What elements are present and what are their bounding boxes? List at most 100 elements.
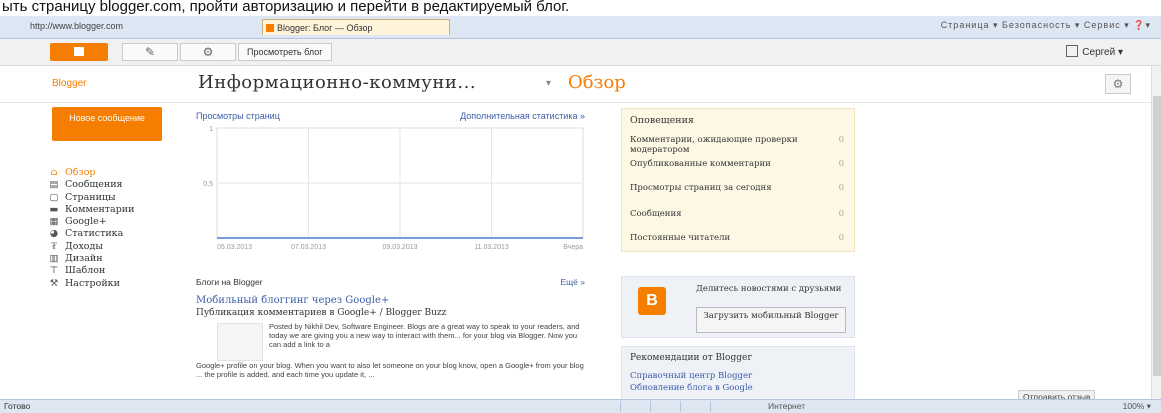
- alert-label: Постоянные читатели: [630, 233, 731, 243]
- sidebar-item-pages[interactable]: ▢ Страницы: [48, 192, 134, 204]
- status-text: Готово: [4, 401, 31, 411]
- settings-button[interactable]: ⚙: [1105, 74, 1131, 94]
- google-plus-icon: ▦: [49, 216, 59, 228]
- alert-label: Сообщения: [630, 209, 682, 219]
- home-button[interactable]: [50, 43, 108, 61]
- feed-title: Блоги на Blogger: [196, 277, 263, 287]
- address-bar[interactable]: http://www.blogger.com: [30, 19, 123, 34]
- sidebar-item-template[interactable]: ⊤ Шаблон: [48, 265, 134, 277]
- browser-statusbar: Готово Интернет 100% ▾: [0, 399, 1161, 413]
- alert-label: Просмотры страниц за сегодня: [630, 183, 772, 193]
- new-post-button[interactable]: Новое сообщение: [52, 107, 162, 141]
- pageviews-chart: 1 0,5 05.03.2013 07.03.2013 09.03.2013 11.03.…: [203, 126, 584, 251]
- layout-icon: ▥: [49, 253, 59, 265]
- sidebar-item-label: Обзор: [65, 167, 96, 178]
- security-zone: Интернет: [768, 401, 806, 411]
- statusbar-divider: [710, 401, 711, 412]
- download-mobile-button[interactable]: Загрузить мобильный Blogger: [696, 307, 846, 333]
- sidebar-item-label: Комментарии: [65, 203, 135, 215]
- avatar-icon: [1066, 45, 1079, 57]
- x-tick-label: 05.03.2013: [217, 244, 252, 251]
- template-icon: ⊤: [49, 265, 59, 277]
- document-caption: ыть страницу blogger.com, пройти авториз…: [0, 0, 1161, 14]
- blogger-logo-icon: B: [638, 287, 666, 315]
- alert-count: 0: [838, 209, 844, 219]
- sidebar-item-label: Статистика: [65, 228, 124, 240]
- more-stats-link[interactable]: Дополнительная статистика »: [460, 111, 585, 121]
- page-title: Обзор: [568, 72, 626, 93]
- recommendation-link[interactable]: Обновление блога в Google: [630, 383, 753, 393]
- sidebar-item-comments[interactable]: ▬ Комментарии: [48, 203, 135, 216]
- y-tick-label: 1: [209, 126, 213, 133]
- pages-icon: ▢: [49, 191, 59, 203]
- chevron-down-icon[interactable]: ▾: [546, 78, 551, 89]
- browser-toolbar: http://www.blogger.com Blogger: Блог — О…: [0, 16, 1161, 39]
- pageviews-panel: 1 0,5 05.03.2013 07.03.2013 09.03.2013 11.03.…: [193, 108, 591, 254]
- gear-icon: ⚙: [1112, 77, 1124, 91]
- x-tick-label: Вчера: [563, 244, 583, 251]
- alerts-panel: Оповещения Комментарии, ожидающие провер…: [621, 108, 855, 252]
- sidebar-item-google-plus[interactable]: ▦ Google+: [48, 216, 134, 228]
- alert-row-followers[interactable]: Постоянные читатели 0: [630, 233, 844, 243]
- pen-icon: ✎: [144, 45, 156, 59]
- page-scrollbar[interactable]: [1151, 66, 1161, 399]
- sidebar-item-settings[interactable]: ⚒ Настройки: [48, 278, 134, 290]
- alert-row-pending-comments[interactable]: Комментарии, ожидающие проверки модерато…: [630, 135, 844, 155]
- promo-text: Делитесь новостями с друзьями: [696, 284, 842, 294]
- stats-icon: ◕: [49, 228, 59, 240]
- gear-button[interactable]: ⚙: [180, 43, 236, 61]
- y-tick-label: 0,5: [203, 181, 213, 188]
- post-excerpt-continued: Google+ profile on your blog. When you w…: [196, 361, 584, 380]
- view-blog-button[interactable]: Просмотреть блог: [238, 43, 332, 61]
- user-menu[interactable]: Сергей ▾: [1066, 45, 1123, 58]
- browser-tab-active[interactable]: Blogger: Блог — Обзор: [262, 19, 450, 35]
- statusbar-divider: [650, 401, 651, 412]
- alert-row-published-comments[interactable]: Опубликованные комментарии 0: [630, 159, 844, 169]
- x-tick-label: 07.03.2013: [291, 244, 326, 251]
- post-subtitle[interactable]: Публикация комментариев в Google+ / Blog…: [196, 308, 446, 318]
- blogger-favicon-icon: [266, 24, 274, 32]
- sidebar-item-overview[interactable]: ⌂ Обзор: [48, 167, 134, 179]
- alert-label: Комментарии, ожидающие проверки модерато…: [630, 135, 798, 155]
- zoom-level[interactable]: 100% ▾: [1123, 400, 1151, 412]
- alert-label: Опубликованные комментарии: [630, 159, 771, 169]
- feed-more-link[interactable]: Ещё »: [561, 277, 585, 287]
- sidebar: Новое сообщение ⌂ Обзор ▤ Сообщения ▢ Стран…: [40, 102, 185, 292]
- blog-title-selector[interactable]: Информационно-коммуни...: [198, 72, 476, 93]
- sidebar-item-label: Google+: [65, 216, 107, 228]
- sidebar-item-label: Дизайн: [65, 253, 103, 265]
- earnings-icon: ₮: [51, 240, 57, 252]
- sidebar-nav: ⌂ Обзор ▤ Сообщения ▢ Страницы ▬ Комментарии…: [48, 167, 135, 290]
- gear-icon: ⚙: [202, 45, 214, 59]
- scrollbar-thumb[interactable]: [1153, 96, 1161, 376]
- post-title-link[interactable]: Мобильный блоггинг через Google+: [196, 295, 389, 306]
- alert-row-pageviews-today[interactable]: Просмотры страниц за сегодня 0: [630, 183, 844, 193]
- post-thumbnail: [217, 323, 263, 361]
- comments-icon: ▬: [49, 203, 59, 215]
- alert-row-posts[interactable]: Сообщения 0: [630, 209, 844, 219]
- sidebar-item-label: Доходы: [65, 240, 103, 252]
- recommendation-link[interactable]: Справочный центр Blogger: [630, 371, 752, 381]
- sidebar-item-posts[interactable]: ▤ Сообщения: [48, 179, 134, 191]
- home-icon: ⌂: [50, 167, 58, 178]
- statusbar-divider: [680, 401, 681, 412]
- browser-tab-label: Blogger: Блог — Обзор: [277, 23, 373, 33]
- pageviews-title: Просмотры страниц: [196, 111, 280, 121]
- browser-command-bar[interactable]: Страница ▾ Безопасность ▾ Сервис ▾ ❓▾: [941, 20, 1151, 31]
- sidebar-item-earnings[interactable]: ₮ Доходы: [48, 241, 134, 253]
- x-tick-label: 11.03.2013: [474, 244, 509, 251]
- sidebar-item-label: Сообщения: [65, 179, 123, 191]
- sidebar-item-label: Настройки: [65, 277, 120, 289]
- alert-count: 0: [838, 183, 844, 193]
- new-post-pen-button[interactable]: ✎: [122, 43, 178, 61]
- posts-icon: ▤: [49, 179, 59, 191]
- recommendations-title: Рекомендации от Blogger: [630, 353, 752, 363]
- blogger-logo[interactable]: Blogger: [52, 78, 86, 89]
- sidebar-item-layout[interactable]: ▥ Дизайн: [48, 253, 134, 265]
- user-name: Сергей ▾: [1082, 47, 1123, 58]
- sidebar-item-stats[interactable]: ◕ Статистика: [48, 228, 134, 240]
- x-tick-label: 09.03.2013: [382, 244, 417, 251]
- alerts-title: Оповещения: [630, 115, 694, 126]
- alert-count: 0: [838, 135, 844, 145]
- statusbar-divider: [620, 401, 621, 412]
